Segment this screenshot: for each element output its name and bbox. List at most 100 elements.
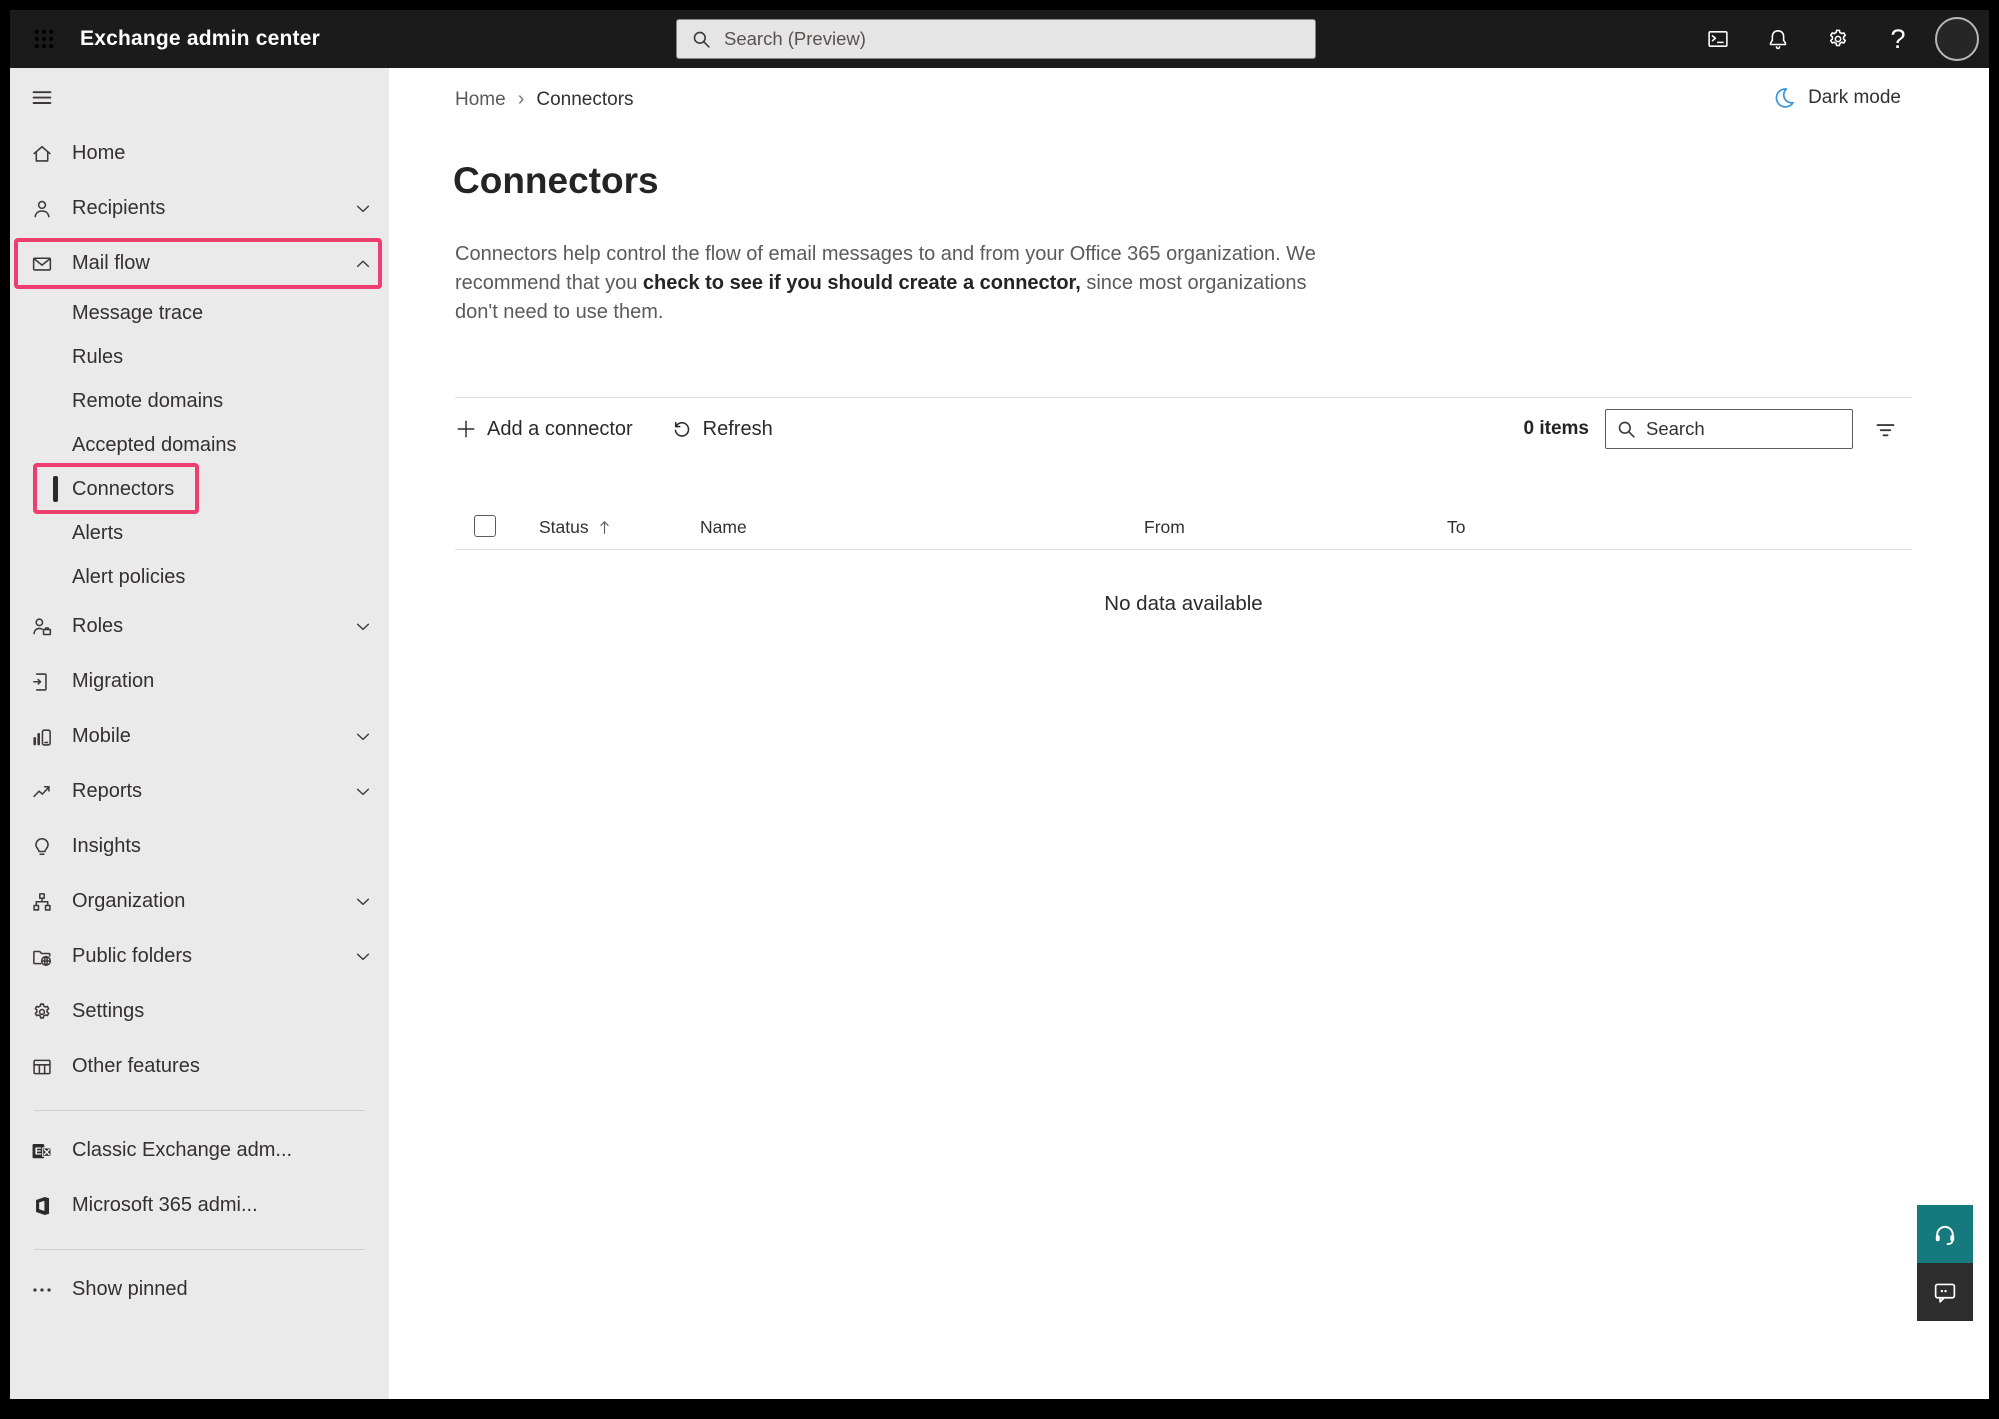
sidebar-item-roles[interactable]: Roles [10,599,389,654]
column-header-status[interactable]: Status [539,505,614,549]
person-icon [30,197,54,221]
filter-icon [1873,417,1898,442]
column-header-from[interactable]: From [1144,505,1185,549]
dark-mode-toggle[interactable]: Dark mode [1773,86,1901,109]
app-launcher-button[interactable] [22,17,66,61]
sidebar-item-label: Settings [72,1000,144,1023]
column-header-name[interactable]: Name [700,505,747,549]
sidebar-item-message-trace[interactable]: Message trace [10,291,389,335]
sidebar-item-connectors[interactable]: Connectors [10,467,389,511]
add-connector-label: Add a connector [487,418,633,441]
settings-icon [30,1000,54,1024]
sidebar-item-label: Reports [72,780,142,803]
select-all-checkbox[interactable] [474,515,496,537]
sidebar-item-remote-domains[interactable]: Remote domains [10,379,389,423]
breadcrumb-current: Connectors [536,89,633,111]
check-connector-link[interactable]: check to see if you should create a conn… [643,272,1081,294]
gear-icon-button[interactable] [1815,16,1861,62]
search-icon [1616,419,1637,440]
dark-mode-label: Dark mode [1808,87,1901,109]
sidebar-item-mail-flow[interactable]: Mail flow [10,236,389,291]
sidebar-item-label: Microsoft 365 admi... [72,1194,258,1217]
list-search-input[interactable] [1646,418,1842,440]
chevron-down-icon [351,197,375,221]
filter-button[interactable] [1868,412,1902,446]
nav-collapse-button[interactable] [10,68,389,126]
empty-table-message: No data available [455,592,1912,616]
terminal-icon-button[interactable] [1695,16,1741,62]
sidebar-item-label: Other features [72,1055,200,1078]
other-features-icon [30,1055,54,1079]
sidebar-item-reports[interactable]: Reports [10,764,389,819]
sidebar-item-rules[interactable]: Rules [10,335,389,379]
mobile-icon [30,725,54,749]
global-search-box[interactable] [676,19,1316,59]
sidebar-item-public-folders[interactable]: Public folders [10,929,389,984]
table-header-row: Status Name From To [455,505,1912,549]
column-header-to[interactable]: To [1447,505,1465,549]
sidebar-item-label: Mail flow [72,252,150,275]
sidebar-item-migration[interactable]: Migration [10,654,389,709]
help-button[interactable] [1917,1205,1973,1263]
refresh-button[interactable]: Refresh [671,418,773,441]
reports-icon [30,780,54,804]
sidebar-item-microsoft-365-admi[interactable]: Microsoft 365 admi... [10,1178,389,1233]
sidebar-item-label: Insights [72,835,141,858]
sidebar-item-label: Public folders [72,945,192,968]
account-avatar[interactable] [1935,17,1979,61]
breadcrumb-home-link[interactable]: Home [455,89,506,111]
refresh-icon [671,418,693,440]
add-connector-button[interactable]: Add a connector [455,418,633,441]
list-search-box[interactable] [1605,409,1853,449]
home-icon [30,142,54,166]
sidebar-item-label: Alert policies [72,566,185,589]
sidebar-divider [34,1110,365,1111]
help-icon-button[interactable]: ? [1875,16,1921,62]
page-description: Connectors help control the flow of emai… [455,240,1335,327]
items-count: 0 items [1524,418,1589,440]
sidebar-item-label: Recipients [72,197,165,220]
ellipsis-icon [30,1278,54,1302]
column-header-label: Status [539,517,589,538]
global-search-input[interactable] [724,28,1301,50]
headset-icon [1932,1221,1958,1247]
classic-exchange-icon: E [30,1139,54,1163]
sidebar-item-alert-policies[interactable]: Alert policies [10,555,389,599]
topbar-icon-group: ? [1695,10,1979,68]
search-icon [691,29,712,50]
annotation-highlight-box [14,238,382,289]
mail-icon [30,252,54,276]
sidebar-item-alerts[interactable]: Alerts [10,511,389,555]
terminal-icon [1706,27,1730,51]
sidebar-item-label: Home [72,142,125,165]
sidebar-item-show-pinned[interactable]: Show pinned [10,1262,389,1317]
sidebar-item-label: Classic Exchange adm... [72,1139,292,1162]
app-title: Exchange admin center [80,10,320,68]
selected-indicator [53,476,58,502]
migration-icon [30,670,54,694]
sidebar-item-accepted-domains[interactable]: Accepted domains [10,423,389,467]
sidebar-item-label: Accepted domains [72,434,237,457]
sidebar-item-label: Rules [72,346,123,369]
breadcrumb: Home › Connectors [455,88,634,111]
sidebar-item-recipients[interactable]: Recipients [10,181,389,236]
bell-icon-button[interactable] [1755,16,1801,62]
plus-icon [455,418,477,440]
sidebar-item-home[interactable]: Home [10,126,389,181]
sidebar-item-classic-exchange-adm[interactable]: E Classic Exchange adm... [10,1123,389,1178]
chevron-up-icon [351,252,375,276]
sidebar-item-organization[interactable]: Organization [10,874,389,929]
top-app-bar: Exchange admin center ? [10,10,1989,68]
chevron-down-icon [351,615,375,639]
sidebar-item-mobile[interactable]: Mobile [10,709,389,764]
sidebar-item-other-features[interactable]: Other features [10,1039,389,1094]
roles-icon [30,615,54,639]
insights-icon [30,835,54,859]
left-navigation: Home Recipients Mail flow Message trace Rule… [10,68,389,1399]
sidebar-item-insights[interactable]: Insights [10,819,389,874]
feedback-button[interactable] [1917,1263,1973,1321]
chevron-down-icon [351,945,375,969]
column-header-label: To [1447,517,1465,538]
svg-text:E: E [35,1146,42,1157]
sidebar-item-settings[interactable]: Settings [10,984,389,1039]
